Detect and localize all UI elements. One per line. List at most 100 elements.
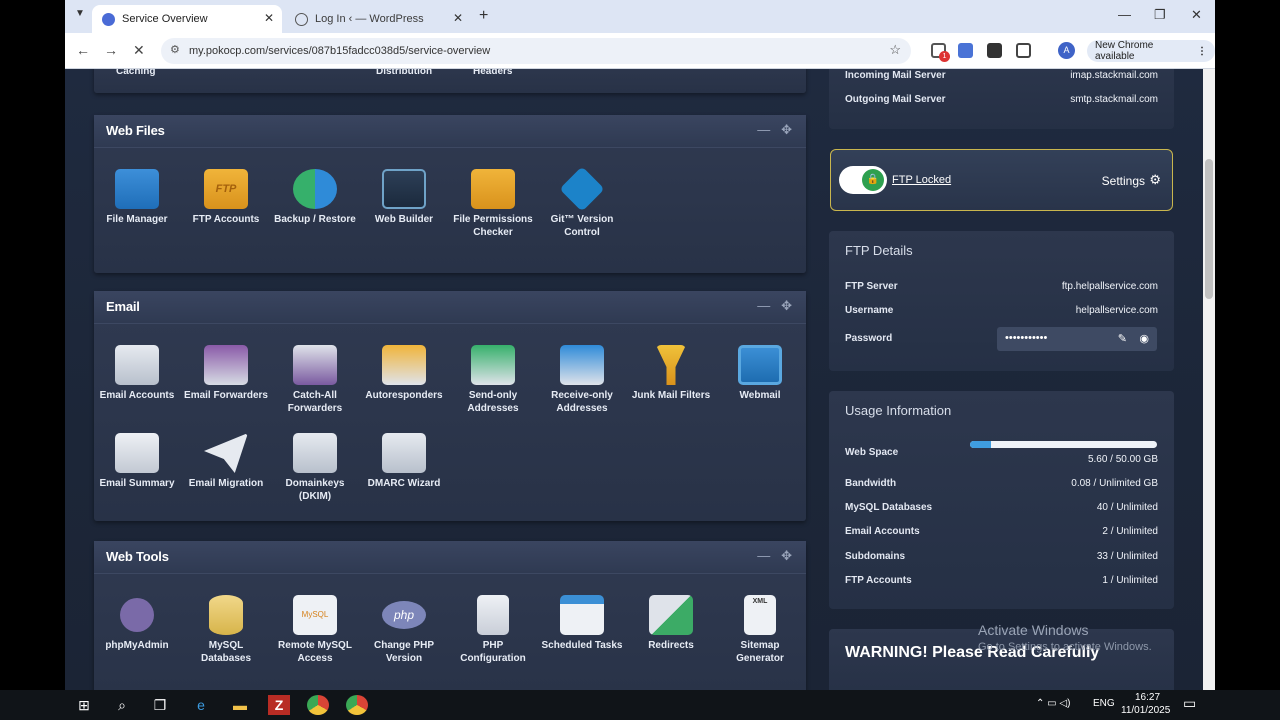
tab-wordpress-login[interactable]: Log In ‹ — WordPress ✕ [285, 5, 471, 33]
search-icon[interactable]: ⌕ [111, 695, 133, 715]
chrome-icon[interactable] [307, 695, 329, 715]
headers-item[interactable]: Headers [473, 69, 512, 77]
page-scrollbar[interactable] [1203, 69, 1215, 690]
ftp-settings-link[interactable]: Settings [1102, 174, 1145, 188]
edit-pencil-icon[interactable]: ✎ [1118, 332, 1127, 345]
file-manager-item[interactable]: File Manager [94, 169, 180, 226]
close-tab-icon[interactable]: ✕ [453, 11, 463, 25]
panel-title: Web Files [106, 123, 165, 138]
file-explorer-icon[interactable]: ▬ [229, 695, 251, 715]
email-accounts-icon [115, 345, 159, 385]
webmail-item[interactable]: Webmail [717, 345, 803, 402]
php-configuration-item[interactable]: PHP Configuration [450, 595, 536, 665]
receive-only-addresses-item[interactable]: Receive-only Addresses [539, 345, 625, 415]
phpmyadmin-icon [120, 598, 154, 632]
stop-loading-icon[interactable]: ✕ [133, 42, 145, 59]
web-space-progress-fill [970, 441, 991, 448]
chrome-profile-icon[interactable] [346, 695, 368, 715]
back-arrow-icon[interactable]: ← [76, 42, 90, 58]
sitemap-icon: XML [744, 595, 776, 635]
send-only-addresses-item[interactable]: Send-only Addresses [450, 345, 536, 415]
task-view-icon[interactable]: ❐ [149, 695, 171, 715]
remote-mysql-access-item[interactable]: MySQL Remote MySQL Access [272, 595, 358, 665]
catch-all-icon [293, 345, 337, 385]
remote-mysql-icon: MySQL [293, 595, 337, 635]
password-field[interactable]: ••••••••••• ✎ ◉ [997, 327, 1157, 351]
backup-icon [293, 169, 337, 209]
sitemap-generator-item[interactable]: XML Sitemap Generator [717, 595, 803, 665]
clock-date[interactable]: 11/01/2025 [1121, 705, 1170, 716]
menu-dots-icon[interactable]: ⋮ [1197, 46, 1207, 57]
junk-filter-icon [656, 345, 686, 385]
eye-icon[interactable]: ◉ [1139, 332, 1149, 345]
ftp-accounts-item[interactable]: FTP FTP Accounts [183, 169, 269, 226]
profile-avatar[interactable]: A [1058, 42, 1075, 59]
tab-search-chevron-icon[interactable]: ▼ [75, 8, 85, 19]
php-config-icon [477, 595, 509, 635]
redirects-item[interactable]: Redirects [628, 595, 714, 652]
usage-information-card: Usage Information Web Space 5.60 / 50.00… [829, 391, 1174, 609]
change-php-version-item[interactable]: php Change PHP Version [361, 595, 447, 665]
autoresponders-item[interactable]: Autoresponders [361, 345, 447, 402]
email-migration-item[interactable]: Email Migration [183, 433, 269, 490]
media-icon[interactable] [987, 43, 1002, 58]
ftp-lock-toggle[interactable]: 🔒 [839, 166, 887, 194]
panel-controls[interactable]: — ✥ [757, 548, 792, 564]
edge-browser-icon[interactable]: e [190, 695, 212, 715]
globe-icon [295, 12, 308, 26]
new-chrome-available-button[interactable]: New Chrome available ⋮ [1087, 40, 1215, 62]
mysql-databases-row: MySQL Databases 40 / Unlimited [845, 502, 1158, 513]
extension-alert-icon[interactable]: 1 [931, 43, 950, 62]
notification-center-icon[interactable]: ▭ [1183, 695, 1196, 712]
dmarc-wizard-item[interactable]: DMARC Wizard [361, 433, 447, 490]
email-forwarders-item[interactable]: Email Forwarders [183, 345, 269, 402]
close-window-icon[interactable]: ✕ [1191, 7, 1202, 23]
tray-icons[interactable]: ⌃ ▭ ◁) [1036, 698, 1070, 709]
language-indicator[interactable]: ENG [1093, 698, 1115, 709]
windows-start-icon[interactable]: ⊞ [73, 695, 95, 715]
outgoing-mail-row: Outgoing Mail Server smtp.stackmail.com [845, 94, 1158, 105]
gear-icon[interactable]: ⚙ [1149, 172, 1161, 188]
distribution-item[interactable]: Distribution [376, 69, 432, 77]
permissions-folder-icon [471, 169, 515, 209]
caching-item[interactable]: Caching [116, 69, 155, 77]
send-only-icon [471, 345, 515, 385]
forward-arrow-icon[interactable]: → [104, 42, 118, 58]
email-forwarders-icon [204, 345, 248, 385]
tab-title: Log In ‹ — WordPress [315, 13, 424, 25]
backup-restore-item[interactable]: Backup / Restore [272, 169, 358, 226]
panel-top-partial: Caching Distribution Headers [94, 69, 806, 93]
phpmyadmin-item[interactable]: phpMyAdmin [94, 595, 180, 652]
restore-icon[interactable]: ❐ [1154, 7, 1166, 23]
bandwidth-row: Bandwidth 0.08 / Unlimited GB [845, 478, 1158, 489]
file-permissions-checker-item[interactable]: File Permissions Checker [450, 169, 536, 239]
web-builder-item[interactable]: Web Builder [361, 169, 447, 226]
panel-controls[interactable]: — ✥ [757, 298, 792, 314]
domainkeys-dkim-item[interactable]: Domainkeys (DKIM) [272, 433, 358, 503]
mysql-databases-item[interactable]: MySQL Databases [183, 595, 269, 665]
close-tab-icon[interactable]: ✕ [264, 11, 274, 25]
email-accounts-item[interactable]: Email Accounts [94, 345, 180, 402]
clock-time[interactable]: 16:27 [1135, 692, 1160, 703]
bookmark-star-icon[interactable]: ☆ [889, 42, 901, 58]
address-bar[interactable]: ⚙ my.pokocp.com/services/087b15fadcc038d… [161, 38, 911, 64]
password-value: ••••••••••• [1005, 332, 1048, 344]
git-version-control-item[interactable]: Git™ Version Control [539, 166, 625, 239]
scrollbar-thumb[interactable] [1205, 159, 1213, 299]
ftp-folder-icon: FTP [204, 169, 248, 209]
site-info-icon[interactable]: ⚙ [170, 43, 180, 56]
translate-icon[interactable] [958, 43, 973, 58]
scheduled-tasks-item[interactable]: Scheduled Tasks [539, 595, 625, 652]
tab-service-overview[interactable]: Service Overview ✕ [92, 5, 282, 33]
catch-all-forwarders-item[interactable]: Catch-All Forwarders [272, 345, 358, 415]
notification-badge: 1 [939, 51, 950, 62]
new-tab-plus-icon[interactable]: + [479, 7, 488, 25]
ftp-locked-link[interactable]: FTP Locked [892, 174, 951, 186]
panel-controls[interactable]: — ✥ [757, 122, 792, 138]
filezilla-icon[interactable]: Z [268, 695, 290, 715]
email-summary-item[interactable]: Email Summary [94, 433, 180, 490]
junk-mail-filters-item[interactable]: Junk Mail Filters [628, 345, 714, 402]
database-icon [209, 595, 243, 635]
minimize-icon[interactable]: — [1118, 7, 1131, 22]
extensions-puzzle-icon[interactable] [1016, 43, 1031, 58]
